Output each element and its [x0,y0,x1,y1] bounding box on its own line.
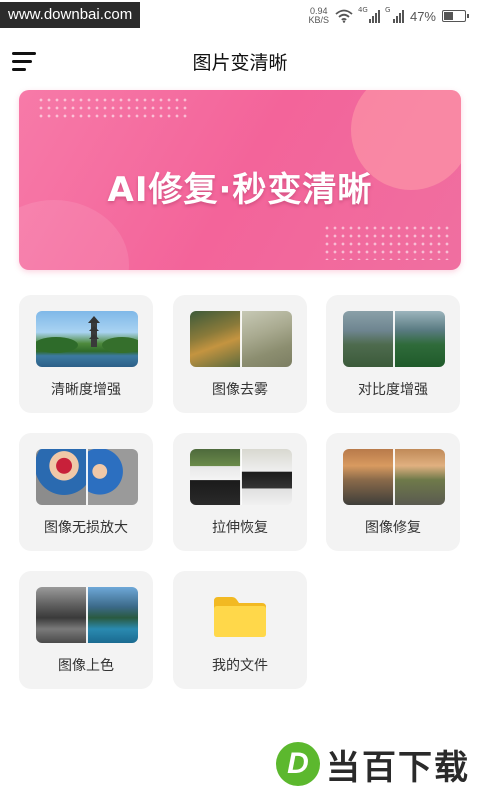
site-watermark: www.downbai.com [0,2,141,28]
feature-label: 图像修复 [365,520,421,536]
signal-strength-icon-2: G [384,6,404,23]
feature-tile-upscale[interactable]: 图像无损放大 [19,433,153,551]
page-title: 图片变清晰 [192,52,288,74]
signal-type-label-2: G [384,6,391,14]
app-bar: 图片变清晰 [0,40,480,84]
feature-label: 图像上色 [58,658,114,674]
status-icons: 0.94 KB/S 4G G 47% [308,4,469,28]
forest-dehaze-thumbnail [190,311,292,367]
wifi-icon [335,9,353,23]
feature-label: 拉伸恢复 [212,520,268,536]
feature-label: 对比度增强 [358,382,428,398]
panda-stretch-thumbnail [190,449,292,505]
folder-icon [214,597,266,637]
network-speed: 0.94 KB/S [308,7,329,25]
lake-colorize-thumbnail [36,587,138,643]
battery-percentage: 47% [409,8,436,24]
feature-tile-colorize[interactable]: 图像上色 [19,571,153,689]
architecture-repair-thumbnail [343,449,445,505]
banner-headline: AI修复·秒变清晰 [107,170,373,210]
feature-tile-stretch-restore[interactable]: 拉伸恢复 [173,433,307,551]
battery-icon [442,10,469,22]
network-speed-unit: KB/S [308,15,329,25]
feature-tile-dehaze[interactable]: 图像去雾 [173,295,307,413]
feature-tile-my-files[interactable]: 我的文件 [173,571,307,689]
promo-banner[interactable]: AI修复·秒变清晰 [19,90,461,270]
feature-tile-repair[interactable]: 图像修复 [326,433,460,551]
feature-label: 图像去雾 [212,382,268,398]
feature-tile-contrast[interactable]: 对比度增强 [326,295,460,413]
feature-label: 图像无损放大 [44,520,128,536]
child-portrait-thumbnail [36,449,138,505]
feature-label: 我的文件 [212,658,268,674]
feature-label: 清晰度增强 [51,382,121,398]
bottom-watermark: D 当百下载 [276,742,470,788]
watermark-text: 当百下载 [326,747,470,788]
signal-type-label: 4G [357,6,368,14]
mountain-contrast-thumbnail [343,311,445,367]
pagoda-landscape-thumbnail [36,311,138,367]
status-bar: www.downbai.com 0.94 KB/S 4G G 47% [0,0,480,32]
watermark-logo: D [276,742,320,786]
signal-strength-icon: 4G [357,6,380,23]
feature-tile-sharpen[interactable]: 清晰度增强 [19,295,153,413]
